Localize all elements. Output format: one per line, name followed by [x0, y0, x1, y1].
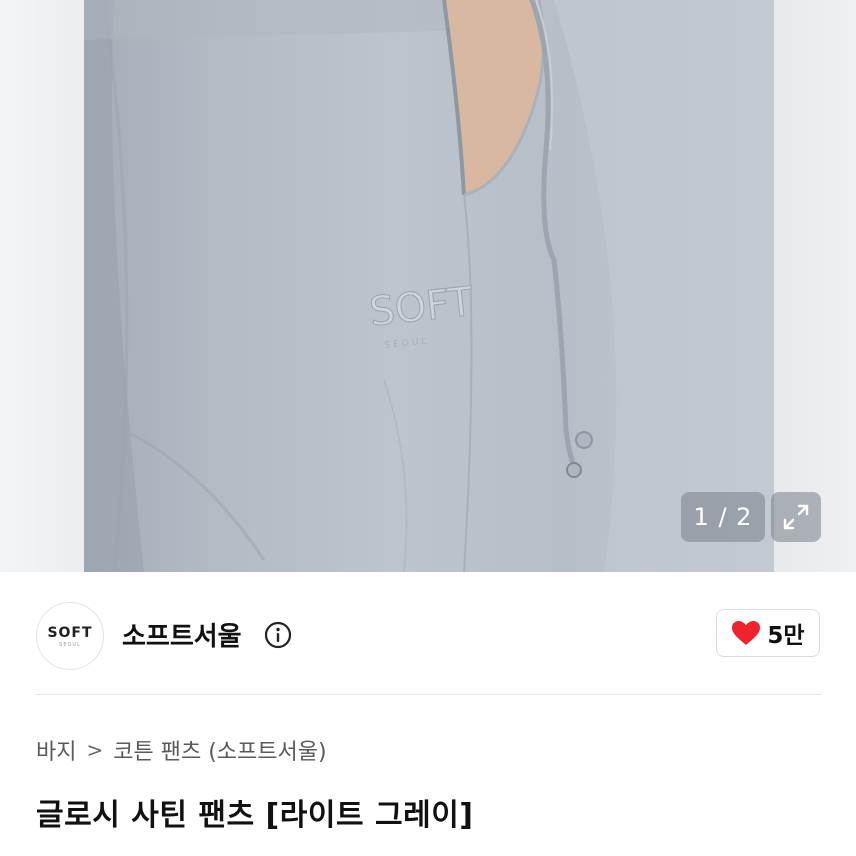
like-count: 5만	[767, 623, 805, 649]
image-counter: 1 / 2	[681, 492, 765, 542]
expand-button[interactable]	[771, 492, 821, 542]
brand-embroidery: SOFT	[367, 279, 475, 336]
divider	[36, 694, 822, 695]
seller-logo-sub: SEOUL	[59, 641, 81, 648]
breadcrumb-item-subcategory[interactable]: 코튼 팬츠 (소프트서울)	[113, 734, 326, 766]
breadcrumb: 바지 > 코튼 팬츠 (소프트서울)	[36, 732, 327, 768]
heart-icon	[732, 621, 761, 645]
breadcrumb-item-category[interactable]: 바지	[36, 734, 76, 766]
product-title: 글로시 사틴 팬츠 [라이트 그레이]	[36, 798, 474, 833]
expand-icon	[783, 504, 809, 530]
product-image-gallery[interactable]: SOFT SEOUL 1 / 2	[0, 0, 856, 572]
seller-row: SOFT SEOUL 소프트서울 5만	[0, 572, 856, 694]
svg-text:SEOUL: SEOUL	[384, 336, 430, 351]
seller-name[interactable]: 소프트서울	[122, 616, 242, 653]
seller-avatar[interactable]: SOFT SEOUL	[36, 602, 104, 670]
product-photo[interactable]: SOFT SEOUL	[84, 0, 774, 572]
info-icon[interactable]	[263, 620, 293, 650]
seller-logo-text: SOFT	[47, 624, 93, 641]
product-page: SOFT SEOUL 1 / 2 SOFT SEOUL 소프트서울 5만 바지 …	[0, 0, 856, 856]
pants-illustration: SOFT SEOUL	[84, 0, 774, 572]
breadcrumb-separator: >	[86, 738, 104, 762]
like-button[interactable]: 5만	[716, 609, 820, 657]
